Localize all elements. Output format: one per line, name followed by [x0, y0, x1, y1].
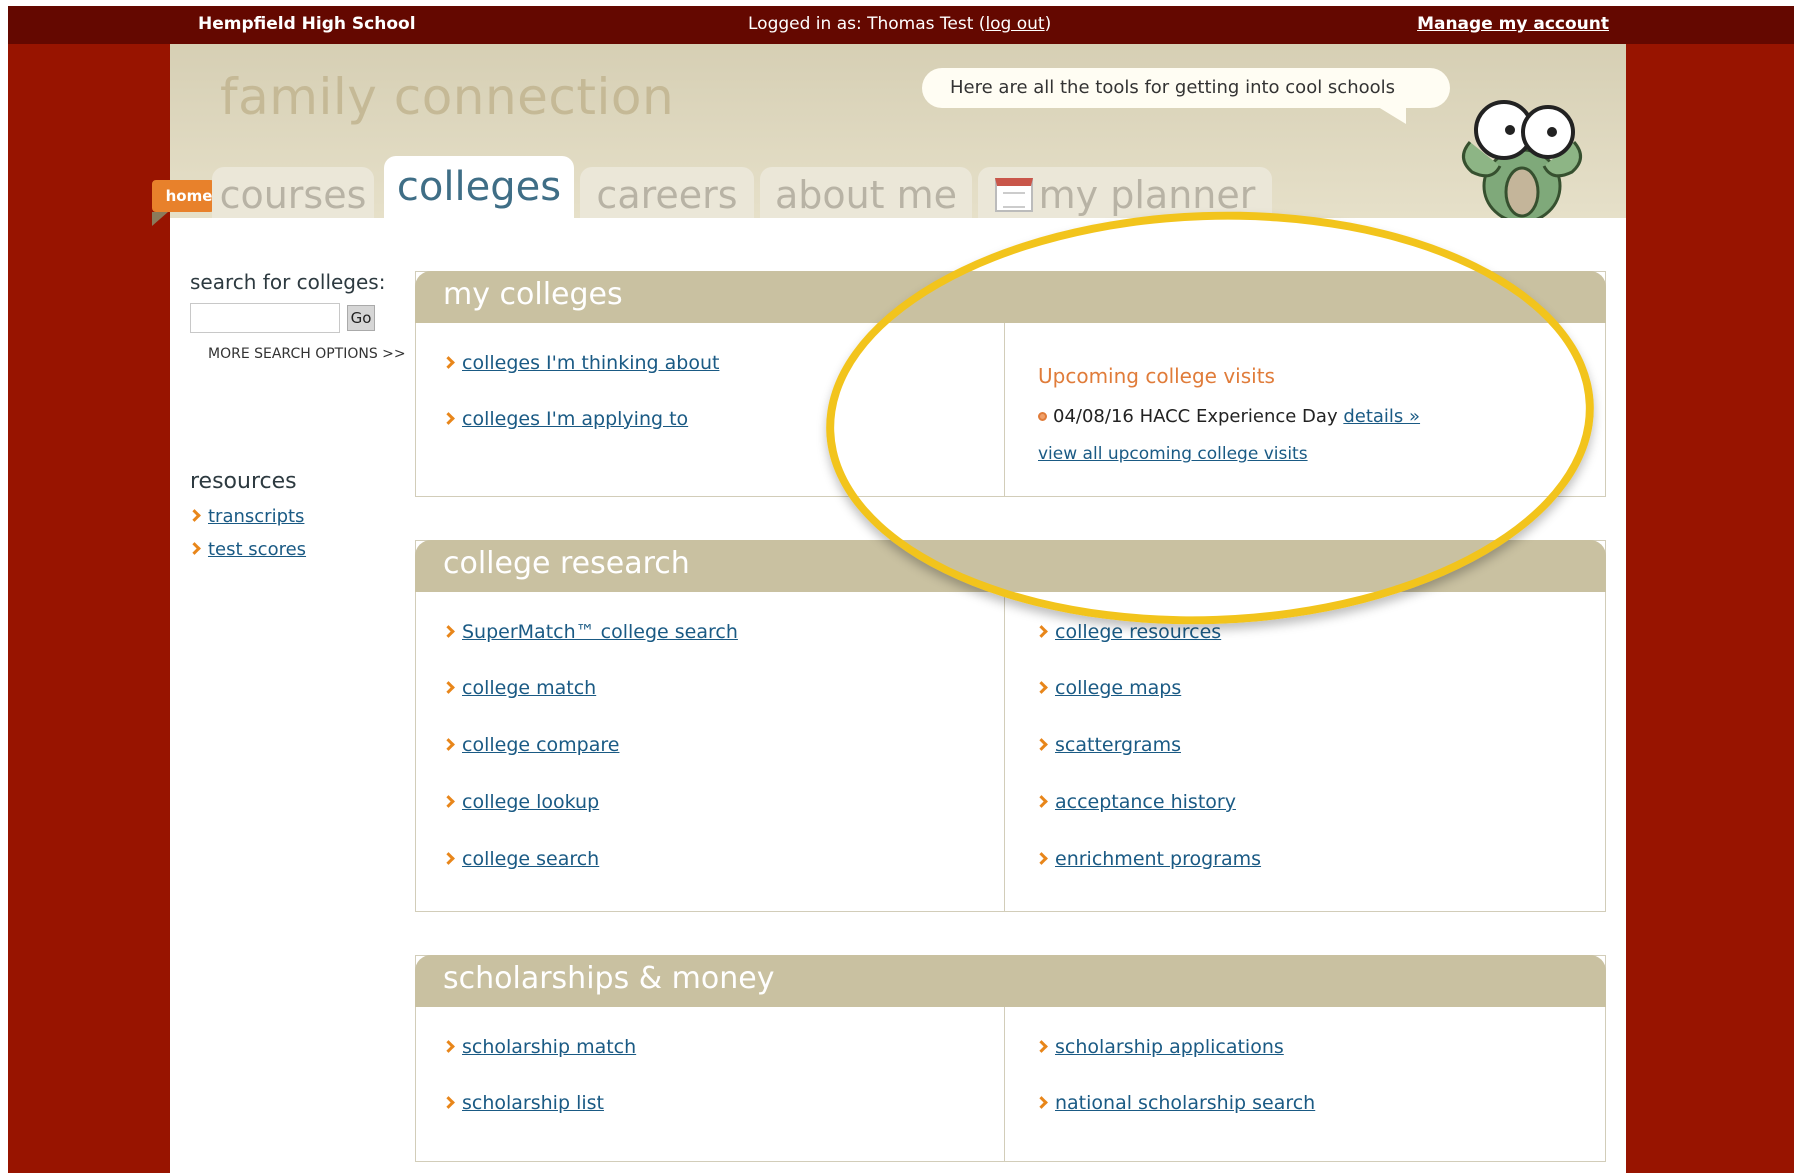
scholarship-match-link[interactable]: scholarship match: [462, 1036, 636, 1058]
upcoming-visits-title: Upcoming college visits: [1038, 364, 1275, 388]
chevron-right-icon: [188, 542, 201, 555]
login-text: Logged in as: Thomas Test (: [748, 14, 986, 34]
transcripts-link[interactable]: transcripts: [208, 506, 304, 527]
resource-link[interactable]: test scores: [188, 539, 306, 560]
header: family connection Here are all the tools…: [152, 44, 1626, 226]
tab-courses[interactable]: courses: [212, 167, 374, 218]
chevron-right-icon: [442, 852, 455, 865]
college-search-input[interactable]: [190, 303, 340, 333]
college-search-link[interactable]: college search: [462, 848, 599, 870]
college-resources-link[interactable]: college resources: [1055, 621, 1221, 643]
resources-title: resources: [190, 469, 297, 494]
panel-divider: [1004, 323, 1005, 496]
tab-my-planner-label: my planner: [1038, 173, 1256, 217]
list-item[interactable]: scholarship applications: [1035, 1036, 1284, 1058]
list-item[interactable]: college resources: [1035, 621, 1221, 643]
scattergrams-link[interactable]: scattergrams: [1055, 734, 1181, 756]
tab-about-me[interactable]: about me: [760, 167, 972, 218]
mascot-icon: [1462, 100, 1582, 218]
chevron-right-icon: [442, 356, 455, 369]
list-item[interactable]: colleges I'm thinking about: [442, 352, 719, 374]
scholarship-list-link[interactable]: scholarship list: [462, 1092, 604, 1114]
chevron-right-icon: [1035, 1040, 1048, 1053]
more-search-options-link[interactable]: MORE SEARCH OPTIONS >>: [208, 346, 406, 362]
scholarships-title: scholarships & money: [415, 955, 1606, 1007]
list-item[interactable]: acceptance history: [1035, 791, 1236, 813]
chevron-right-icon: [442, 681, 455, 694]
chevron-right-icon: [442, 1040, 455, 1053]
resource-link[interactable]: transcripts: [188, 506, 304, 527]
my-colleges-panel: my colleges colleges I'm thinking about …: [415, 271, 1606, 497]
colleges-applying-link[interactable]: colleges I'm applying to: [462, 408, 688, 430]
list-item[interactable]: scattergrams: [1035, 734, 1181, 756]
bubble-tail: [1370, 102, 1406, 124]
colleges-thinking-link[interactable]: colleges I'm thinking about: [462, 352, 719, 374]
college-research-title: college research: [415, 540, 1606, 592]
panel-divider: [1004, 592, 1005, 911]
list-item[interactable]: national scholarship search: [1035, 1092, 1315, 1114]
tab-my-planner[interactable]: my planner: [978, 167, 1272, 218]
test-scores-link[interactable]: test scores: [208, 539, 306, 560]
chevron-right-icon: [1035, 795, 1048, 808]
calendar-icon: [994, 178, 1033, 212]
scholarships-panel: scholarships & money scholarship match s…: [415, 955, 1606, 1162]
school-name: Hempfield High School: [198, 14, 416, 34]
list-item[interactable]: college compare: [442, 734, 619, 756]
chevron-right-icon: [1035, 681, 1048, 694]
college-match-link[interactable]: college match: [462, 677, 596, 699]
national-scholarship-search-link[interactable]: national scholarship search: [1055, 1092, 1315, 1114]
list-item[interactable]: scholarship list: [442, 1092, 604, 1114]
chevron-right-icon: [1035, 852, 1048, 865]
panel-divider: [1004, 1007, 1005, 1161]
scholarship-applications-link[interactable]: scholarship applications: [1055, 1036, 1284, 1058]
chevron-right-icon: [442, 795, 455, 808]
enrichment-programs-link[interactable]: enrichment programs: [1055, 848, 1261, 870]
college-maps-link[interactable]: college maps: [1055, 677, 1181, 699]
chevron-right-icon: [188, 509, 201, 522]
sidebar: search for colleges: Go MORE SEARCH OPTI…: [188, 270, 406, 560]
login-suffix: ): [1044, 14, 1052, 34]
main-page: family connection Here are all the tools…: [152, 44, 1626, 1173]
brand-title: family connection: [220, 68, 675, 126]
chevron-right-icon: [1035, 1096, 1048, 1109]
chevron-right-icon: [1035, 738, 1048, 751]
login-status: Logged in as: Thomas Test (log out): [748, 14, 1051, 34]
list-item[interactable]: scholarship match: [442, 1036, 636, 1058]
top-bar: Hempfield High School Logged in as: Thom…: [8, 6, 1794, 44]
chevron-right-icon: [1035, 625, 1048, 638]
list-item[interactable]: college lookup: [442, 791, 599, 813]
chevron-right-icon: [442, 625, 455, 638]
college-research-panel: college research SuperMatch™ college sea…: [415, 540, 1606, 912]
chevron-right-icon: [442, 738, 455, 751]
list-item[interactable]: colleges I'm applying to: [442, 408, 688, 430]
list-item[interactable]: college match: [442, 677, 596, 699]
logout-link[interactable]: log out: [985, 14, 1044, 34]
visit-item: 04/08/16 HACC Experience Day details »: [1038, 406, 1420, 427]
home-tab-fold: [152, 212, 168, 226]
chevron-right-icon: [442, 1096, 455, 1109]
bullet-icon: [1038, 412, 1047, 421]
go-button[interactable]: Go: [347, 305, 375, 331]
view-all-visits-link[interactable]: view all upcoming college visits: [1038, 444, 1308, 464]
list-item[interactable]: enrichment programs: [1035, 848, 1261, 870]
tab-careers[interactable]: careers: [580, 167, 754, 218]
visit-details-link[interactable]: details »: [1343, 406, 1420, 427]
visit-text: 04/08/16 HACC Experience Day: [1053, 406, 1338, 427]
my-colleges-title: my colleges: [415, 271, 1606, 323]
college-compare-link[interactable]: college compare: [462, 734, 619, 756]
supermatch-link[interactable]: SuperMatch™ college search: [462, 621, 738, 643]
list-item[interactable]: SuperMatch™ college search: [442, 621, 738, 643]
acceptance-history-link[interactable]: acceptance history: [1055, 791, 1236, 813]
chevron-right-icon: [442, 412, 455, 425]
tab-colleges[interactable]: colleges: [384, 156, 574, 218]
college-lookup-link[interactable]: college lookup: [462, 791, 599, 813]
list-item[interactable]: college maps: [1035, 677, 1181, 699]
list-item[interactable]: college search: [442, 848, 599, 870]
search-label: search for colleges:: [190, 270, 386, 294]
manage-account-link[interactable]: Manage my account: [1417, 14, 1609, 34]
